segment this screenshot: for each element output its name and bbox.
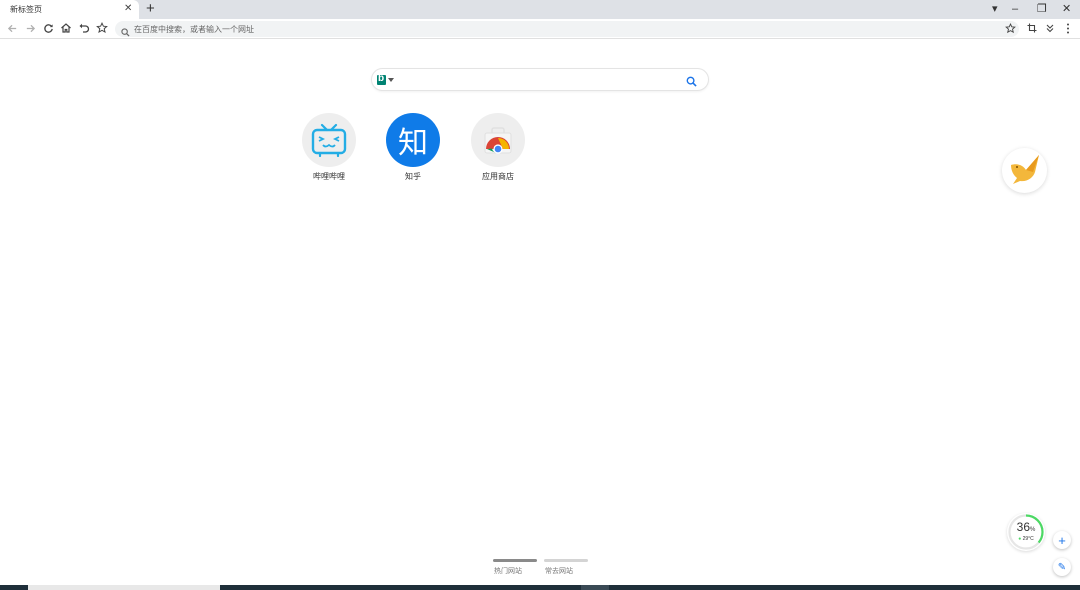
shortcut-label: 应用商店 bbox=[482, 172, 514, 181]
address-bar-placeholder: 在百度中搜索，或者输入一个网址 bbox=[134, 25, 254, 34]
bilibili-tv-icon bbox=[302, 113, 356, 167]
weather-temperature: ● 29°C bbox=[1018, 536, 1034, 542]
edit-button[interactable]: ✎ bbox=[1053, 558, 1071, 576]
shortcut-zhihu[interactable]: 知 知乎 bbox=[373, 113, 453, 182]
weather-widget[interactable]: 36% ● 29°C bbox=[1007, 513, 1045, 551]
search-icon[interactable] bbox=[686, 74, 697, 92]
crop-icon[interactable] bbox=[1025, 21, 1039, 35]
minimize-button[interactable]: – bbox=[1012, 2, 1018, 16]
drop-icon: ● bbox=[1018, 536, 1022, 542]
shortcut-app-store[interactable]: 应用商店 bbox=[458, 113, 538, 182]
zhihu-icon: 知 bbox=[386, 113, 440, 167]
taskbar-item[interactable] bbox=[581, 585, 609, 590]
weather-percent: 36% bbox=[1016, 520, 1036, 534]
pager-label-hot[interactable]: 热门网站 bbox=[494, 566, 522, 576]
tab-search-dropdown-icon[interactable]: ▾ bbox=[992, 2, 998, 16]
forward-icon[interactable] bbox=[23, 21, 37, 35]
tab-title: 新标签页 bbox=[10, 5, 42, 14]
undo-icon[interactable] bbox=[77, 21, 91, 35]
star-icon[interactable] bbox=[1003, 21, 1017, 35]
pager-indicator-frequent[interactable] bbox=[544, 559, 588, 562]
shortcut-label: 知乎 bbox=[405, 172, 421, 181]
pager-indicator-hot[interactable] bbox=[493, 559, 537, 562]
address-bar[interactable]: 在百度中搜索，或者输入一个网址 bbox=[115, 21, 1019, 37]
taskbar bbox=[0, 585, 1080, 590]
chrome-store-icon bbox=[471, 113, 525, 167]
pager-label-frequent[interactable]: 常去网站 bbox=[545, 566, 573, 576]
search-icon bbox=[121, 24, 130, 42]
reload-icon[interactable] bbox=[41, 21, 55, 35]
shortcut-bilibili[interactable]: 哔哩哔哩 bbox=[289, 113, 369, 182]
engine-dropdown-icon[interactable] bbox=[388, 78, 394, 82]
tab-newtab[interactable]: 新标签页 ✕ bbox=[0, 0, 139, 19]
bing-logo-icon[interactable] bbox=[377, 73, 386, 85]
bookmark-star-icon[interactable] bbox=[95, 21, 109, 35]
newtab-search-box[interactable] bbox=[371, 68, 709, 91]
back-icon[interactable] bbox=[5, 21, 19, 35]
tab-close-icon[interactable]: ✕ bbox=[124, 3, 132, 15]
taskbar-search[interactable] bbox=[28, 585, 220, 590]
browser-toolbar: 在百度中搜索，或者输入一个网址 bbox=[0, 19, 1080, 39]
shortcut-label: 哔哩哔哩 bbox=[313, 172, 345, 181]
window-close-button[interactable]: ✕ bbox=[1062, 2, 1071, 16]
more-vert-icon[interactable] bbox=[1061, 21, 1075, 35]
new-tab-button[interactable]: + bbox=[146, 1, 155, 17]
bird-assistant-button[interactable] bbox=[1002, 148, 1047, 193]
home-icon[interactable] bbox=[59, 21, 73, 35]
chevron-double-down-icon[interactable] bbox=[1043, 21, 1057, 35]
bird-icon bbox=[1007, 151, 1043, 190]
restore-button[interactable]: ❐ bbox=[1037, 2, 1047, 16]
add-shortcut-button[interactable]: + bbox=[1053, 531, 1071, 549]
tab-strip: 新标签页 ✕ + ▾ – ❐ ✕ bbox=[0, 0, 1080, 19]
